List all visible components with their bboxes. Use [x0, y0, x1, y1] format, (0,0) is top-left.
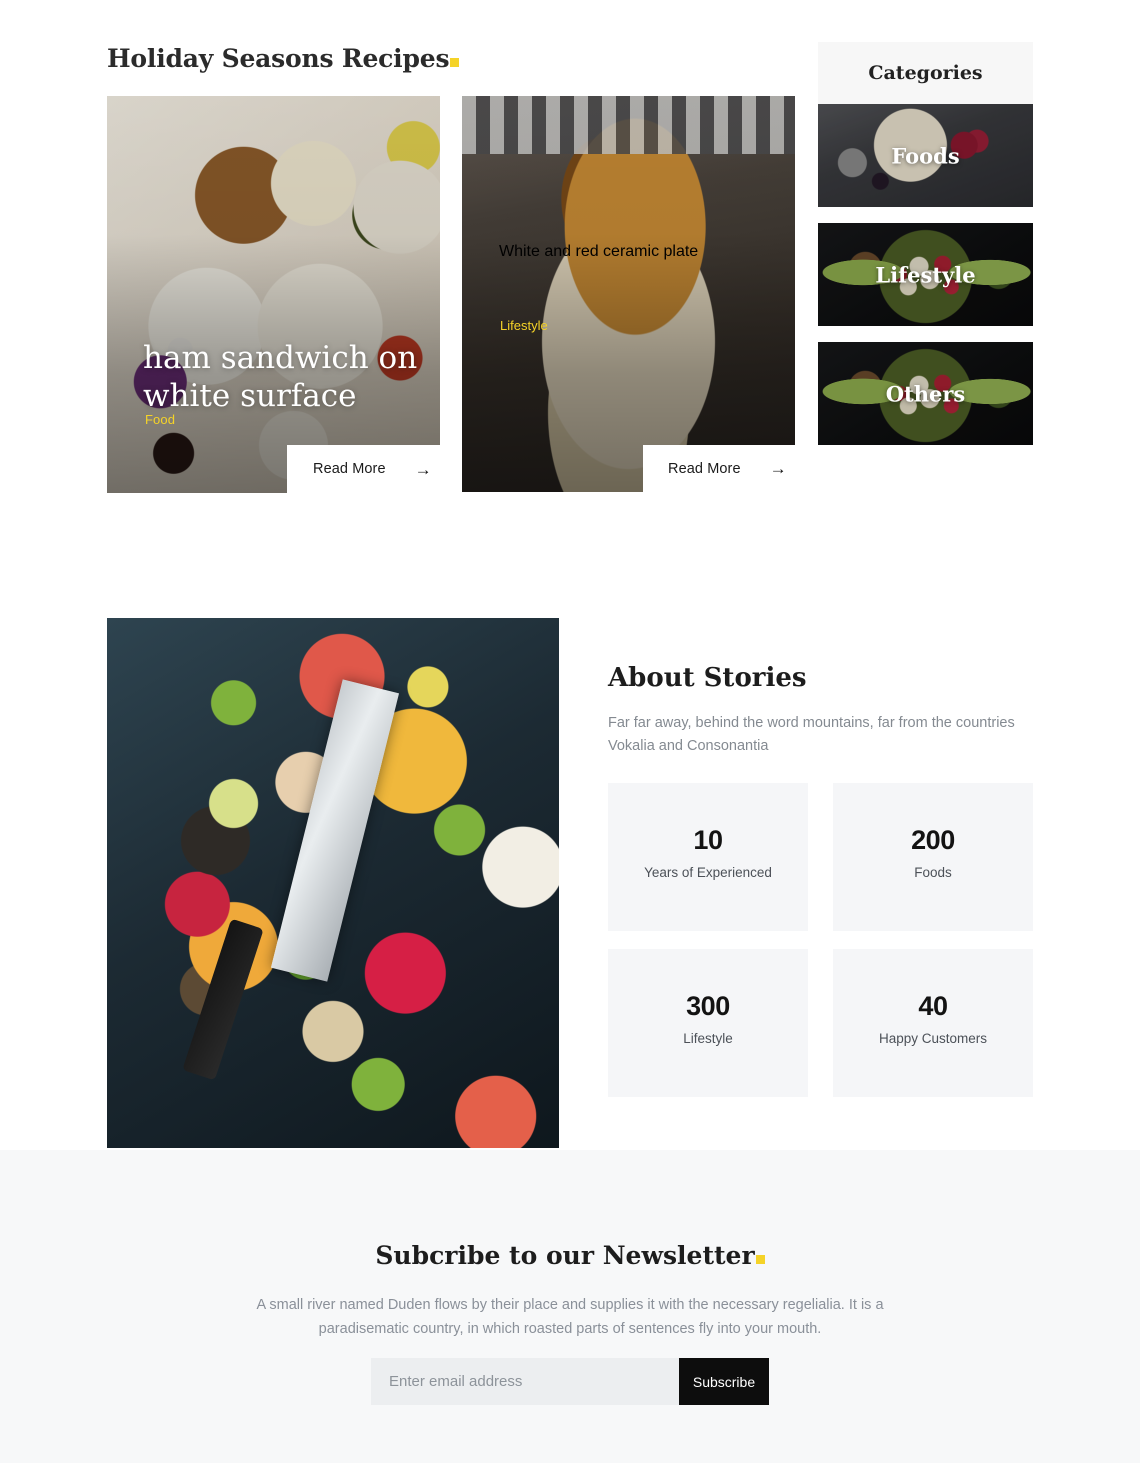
post-title[interactable]: White and red ceramic plate — [499, 243, 789, 261]
newsletter-title-text: Subcribe to our Newsletter — [375, 1241, 755, 1270]
stat-box: 10 Years of Experienced — [608, 783, 808, 931]
about-image — [107, 618, 559, 1148]
post-image — [107, 96, 440, 493]
stat-box: 40 Happy Customers — [833, 949, 1033, 1097]
image-overlay — [107, 96, 440, 493]
post-card[interactable]: Food ham sandwich on white surface — [107, 96, 440, 493]
about-heading: About Stories — [608, 663, 807, 693]
stat-number: 10 — [693, 825, 723, 855]
category-label: Others — [885, 381, 966, 406]
read-more-button[interactable]: Read More → — [287, 445, 440, 493]
newsletter-form: Subscribe — [371, 1358, 769, 1405]
arrow-right-icon: → — [414, 459, 432, 479]
arrow-right-icon: → — [769, 459, 787, 478]
categories-heading-label: Categories — [868, 62, 983, 84]
title-accent-square — [755, 1255, 765, 1264]
post-category-label[interactable]: Lifestyle — [500, 318, 548, 333]
category-label: Lifestyle — [875, 262, 976, 287]
about-copy: Far far away, behind the word mountains,… — [608, 715, 1015, 754]
stat-number: 200 — [911, 825, 955, 855]
stat-box: 200 Foods — [833, 783, 1033, 931]
newsletter-copy: A small river named Duden flows by their… — [256, 1297, 884, 1337]
stat-label: Lifestyle — [683, 1031, 733, 1046]
stat-box: 300 Lifestyle — [608, 949, 808, 1097]
newsletter-title: Subcribe to our Newsletter — [0, 1241, 1140, 1270]
about-section: About Stories Far far away, behind the w… — [0, 560, 1140, 1150]
categories-panel: Categories Foods Lifestyle Others — [818, 42, 1033, 455]
email-input[interactable] — [371, 1358, 679, 1405]
read-more-label: Read More — [313, 461, 386, 477]
stat-number: 40 — [918, 991, 948, 1021]
stat-label: Foods — [914, 865, 952, 880]
stat-label: Happy Customers — [878, 1031, 988, 1046]
category-card-foods[interactable]: Foods — [818, 104, 1033, 207]
read-more-label: Read More — [668, 460, 741, 477]
page-title: Holiday Seasons Recipes — [107, 44, 460, 73]
knife-handle-detail — [182, 918, 265, 1081]
post-title[interactable]: ham sandwich on white surface — [143, 339, 423, 415]
recipes-section: Holiday Seasons Recipes Food ham sandwic… — [0, 0, 1140, 560]
stat-number: 300 — [686, 991, 730, 1021]
category-card-lifestyle[interactable]: Lifestyle — [818, 223, 1033, 326]
knife-blade-detail — [270, 678, 399, 981]
category-label: Foods — [891, 143, 960, 168]
subscribe-button[interactable]: Subscribe — [679, 1358, 769, 1405]
stat-label: Years of Experienced — [644, 865, 772, 880]
page-root: Holiday Seasons Recipes Food ham sandwic… — [0, 0, 1140, 1463]
categories-heading: Categories — [818, 42, 1033, 104]
category-card-others[interactable]: Others — [818, 342, 1033, 445]
page-title-text: Holiday Seasons Recipes — [107, 44, 450, 73]
read-more-button[interactable]: Read More → — [643, 445, 795, 492]
title-accent-square — [450, 58, 460, 67]
